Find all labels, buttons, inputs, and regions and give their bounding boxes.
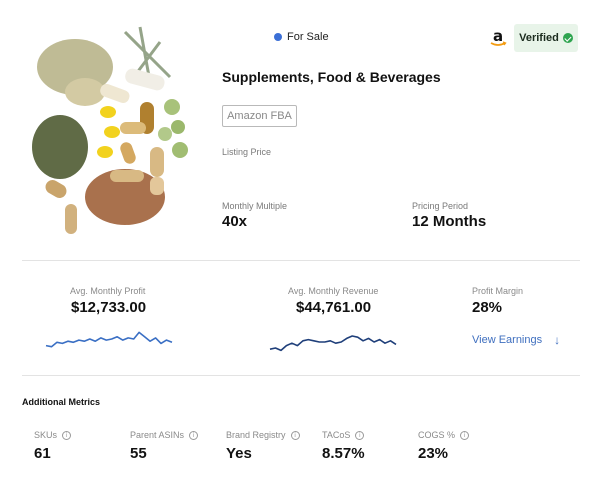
channel-tag: Amazon FBA <box>222 105 297 127</box>
pricing-period-label: Pricing Period <box>412 201 469 211</box>
info-icon[interactable]: i <box>355 430 365 440</box>
metric-label-parent-asins: Parent ASINs i <box>130 430 199 440</box>
margin-label: Profit Margin <box>472 286 524 296</box>
info-icon[interactable]: i <box>62 430 72 440</box>
profit-label: Avg. Monthly Profit <box>70 286 146 296</box>
metric-label-tacos: TACoS i <box>322 430 365 440</box>
metric-label-skus: SKUs i <box>34 430 72 440</box>
metric-label-text: TACoS <box>322 430 351 440</box>
arrow-down-icon: ↓ <box>554 333 561 347</box>
metric-label-text: Brand Registry <box>226 430 286 440</box>
listing-category: Supplements, Food & Beverages <box>222 69 441 85</box>
verified-label: Verified <box>519 32 559 44</box>
revenue-sparkline <box>269 335 397 352</box>
info-icon[interactable]: i <box>189 430 199 440</box>
status-dot-icon <box>274 33 282 41</box>
monthly-multiple-value: 40x <box>222 213 248 230</box>
metric-label-cogs: COGS % i <box>418 430 470 440</box>
profit-value: $12,733.00 <box>71 299 147 316</box>
check-circle-icon <box>562 33 573 43</box>
verified-badge: Verified <box>514 24 578 52</box>
profit-trend-line <box>45 331 173 348</box>
info-icon[interactable]: i <box>290 430 300 440</box>
margin-value: 28% <box>472 299 503 316</box>
metric-label-brand-registry: Brand Registry i <box>226 430 300 440</box>
divider <box>22 260 580 261</box>
metric-label-text: SKUs <box>34 430 58 440</box>
metric-value-parent-asins: 55 <box>130 445 147 462</box>
revenue-value: $44,761.00 <box>296 299 372 316</box>
monthly-multiple-label: Monthly Multiple <box>222 201 288 211</box>
status-label: For Sale <box>287 31 329 43</box>
additional-metrics-title: Additional Metrics <box>22 397 101 407</box>
profit-sparkline <box>45 331 173 348</box>
svg-text:a: a <box>493 27 503 45</box>
metric-value-cogs: 23% <box>418 445 449 462</box>
revenue-trend-line <box>269 335 397 352</box>
metric-value-skus: 61 <box>34 445 51 462</box>
listing-status: For Sale <box>274 31 329 43</box>
revenue-label: Avg. Monthly Revenue <box>288 286 379 296</box>
metric-label-text: Parent ASINs <box>130 430 185 440</box>
amazon-logo-icon: a <box>490 27 507 46</box>
view-earnings-label: View Earnings <box>472 334 543 346</box>
divider <box>22 375 580 376</box>
listing-price-label: Listing Price <box>222 147 272 157</box>
pricing-period-value: 12 Months <box>412 213 487 230</box>
metric-label-text: COGS % <box>418 430 456 440</box>
info-icon[interactable]: i <box>460 430 470 440</box>
view-earnings-link[interactable]: View Earnings ↓ <box>472 333 560 347</box>
metric-value-brand-registry: Yes <box>226 445 252 462</box>
metric-value-tacos: 8.57% <box>322 445 365 462</box>
product-image <box>32 26 188 234</box>
